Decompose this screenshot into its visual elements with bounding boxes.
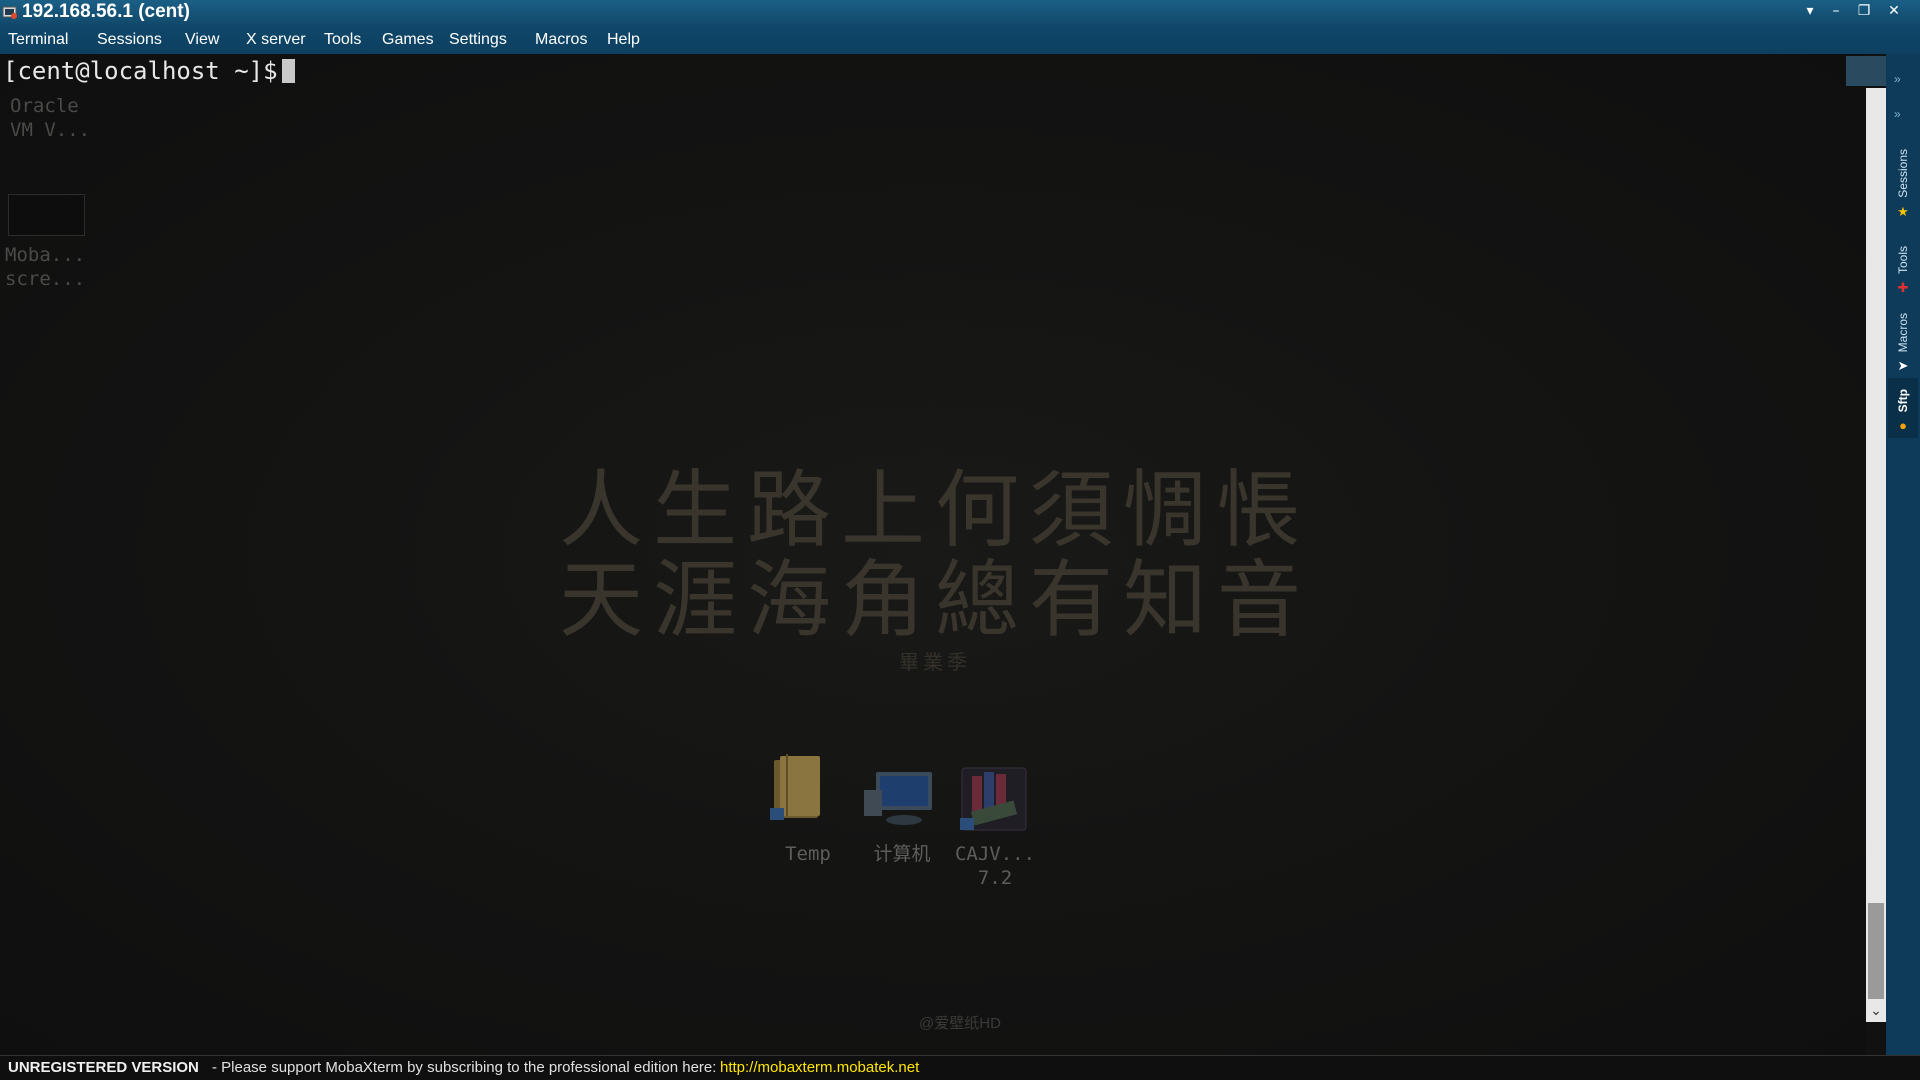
desktop-shortcut-label: Oracle VM V... — [10, 95, 91, 141]
books-icon — [960, 767, 1027, 831]
window-title: 192.168.56.1 (cent) — [22, 1, 190, 22]
menu-settings[interactable]: Settings — [449, 30, 507, 50]
desktop-icon-label: Temp — [785, 843, 831, 865]
paper-plane-icon: ➤ — [1897, 358, 1909, 373]
desktop-shortcut-label: Moba... scre... — [5, 244, 86, 290]
star-icon: ★ — [1897, 204, 1909, 219]
close-icon[interactable]: ✕ — [1881, 0, 1907, 22]
scroll-down-icon[interactable]: ⌄ — [1866, 998, 1886, 1022]
chevron-icon[interactable]: » — [1894, 107, 1901, 121]
chevron-down-icon[interactable]: ▾ — [1797, 0, 1823, 22]
status-message: - Please support MobaXterm by subscribin… — [212, 1059, 717, 1076]
terminal-cursor — [281, 59, 295, 83]
menu-sessions[interactable]: Sessions — [97, 30, 162, 50]
prompt-text: [cent@localhost ~]$ — [3, 57, 278, 85]
menu-terminal[interactable]: Terminal — [8, 30, 68, 50]
scrollbar-thumb[interactable] — [1868, 903, 1884, 999]
menu-macros[interactable]: Macros — [535, 30, 587, 50]
restore-icon[interactable]: ❐ — [1851, 0, 1877, 22]
right-sidebar: » » Sessions ★ Tools ✚ Macros ➤ Sftp ● — [1886, 54, 1920, 1055]
terminal-scrollbar[interactable]: ⌄ — [1866, 88, 1886, 1022]
terminal-area[interactable]: [cent@localhost ~]$ Oracle VM V... Moba.… — [0, 54, 1866, 1055]
sidebar-tab-label: Sessions — [1896, 149, 1910, 198]
sidebar-tab-macros[interactable]: Macros ➤ — [1888, 304, 1918, 378]
wallpaper-watermark: @爱壁纸HD — [919, 1015, 1001, 1032]
sidebar-tab-label: Sftp — [1896, 388, 1910, 412]
menu-x-server[interactable]: X server — [246, 30, 306, 50]
status-bar: UNREGISTERED VERSION - Please support Mo… — [0, 1055, 1920, 1080]
globe-icon: ● — [1899, 418, 1907, 433]
menu-view[interactable]: View — [185, 30, 219, 50]
folder-icon — [770, 754, 820, 820]
app-icon — [2, 6, 17, 19]
wallpaper-poem-line: 天涯海角總有知音 — [558, 551, 1311, 649]
computer-icon — [864, 772, 932, 825]
terminal-corner-box — [1846, 56, 1886, 86]
menu-games[interactable]: Games — [382, 30, 434, 50]
sidebar-tab-label: Tools — [1896, 245, 1910, 274]
menu-help[interactable]: Help — [607, 30, 640, 50]
mobaxterm-link[interactable]: http://mobaxterm.mobatek.net — [720, 1056, 919, 1080]
desktop-icon-label: CAJV... 7.2 — [954, 843, 1036, 889]
minimize-icon[interactable]: – — [1823, 0, 1849, 22]
chevron-icon[interactable]: » — [1894, 72, 1901, 86]
menu-bar: Terminal Sessions View X server Tools Ga… — [0, 24, 1920, 54]
terminal-prompt: [cent@localhost ~]$ — [3, 56, 295, 86]
wallpaper-signature: 畢業季 — [899, 650, 971, 674]
sidebar-tab-tools[interactable]: Tools ✚ — [1888, 232, 1918, 300]
sidebar-tab-sessions[interactable]: Sessions ★ — [1888, 144, 1918, 224]
menu-tools[interactable]: Tools — [324, 30, 361, 50]
sidebar-tab-sftp[interactable]: Sftp ● — [1888, 378, 1918, 438]
tools-icon: ✚ — [1897, 280, 1909, 295]
wallpaper-poem-line: 人生路上何須惆悵 — [558, 461, 1311, 559]
desktop-icon-label: 计算机 — [873, 843, 931, 865]
screenshot-thumbnail-icon — [8, 194, 85, 236]
sidebar-tab-label: Macros — [1896, 312, 1910, 352]
unregistered-label: UNREGISTERED VERSION — [8, 1059, 199, 1076]
title-bar: 192.168.56.1 (cent) ▾ – ❐ ✕ — [0, 0, 1920, 24]
